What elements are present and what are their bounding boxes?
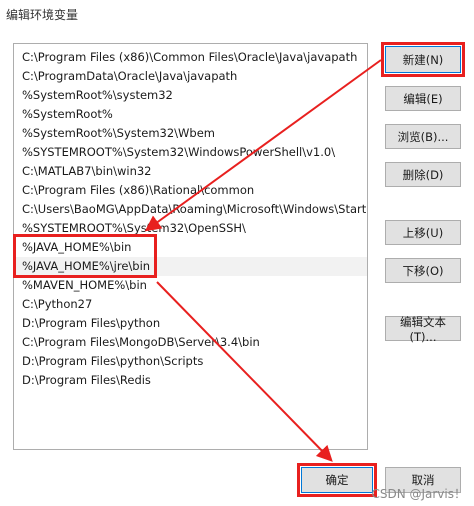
list-item[interactable]: C:\Program Files\MongoDB\Server\3.4\bin [14,333,367,352]
list-item[interactable]: C:\ProgramData\Oracle\Java\javapath [14,67,367,86]
edit-text-button[interactable]: 编辑文本(T)... [385,315,461,344]
list-item[interactable]: %MAVEN_HOME%\bin [14,276,367,295]
watermark: CSDN @Jarvis！ [371,487,466,501]
path-listbox[interactable]: C:\Program Files (x86)\Common Files\Orac… [13,43,368,450]
list-item-selected[interactable]: %JAVA_HOME%\jre\bin [14,257,367,276]
list-item[interactable]: D:\Program Files\python [14,314,367,333]
list-item[interactable]: %JAVA_HOME%\bin [14,238,367,257]
new-button[interactable]: 新建(N) [385,46,461,73]
browse-button[interactable]: 浏览(B)... [385,124,461,149]
list-item[interactable]: C:\Program Files (x86)\Rational\common [14,181,367,200]
list-item[interactable]: D:\Program Files\python\Scripts [14,352,367,371]
list-item[interactable]: %SystemRoot%\System32\Wbem [14,124,367,143]
window-title: 编辑环境变量 [6,8,79,22]
delete-button[interactable]: 删除(D) [385,162,461,187]
list-item[interactable]: C:\MATLAB7\bin\win32 [14,162,367,181]
ok-button[interactable]: 确定 [301,467,373,493]
list-item[interactable]: %SYSTEMROOT%\System32\OpenSSH\ [14,219,367,238]
edit-button[interactable]: 编辑(E) [385,86,461,111]
list-item[interactable]: D:\Program Files\Redis [14,371,367,390]
list-item[interactable]: %SYSTEMROOT%\System32\WindowsPowerShell\… [14,143,367,162]
list-item[interactable]: C:\Program Files (x86)\Common Files\Orac… [14,48,367,67]
move-down-button[interactable]: 下移(O) [385,258,461,283]
list-item[interactable]: C:\Python27 [14,295,367,314]
list-item[interactable]: %SystemRoot% [14,105,367,124]
move-up-button[interactable]: 上移(U) [385,220,461,245]
list-item[interactable]: C:\Users\BaoMG\AppData\Roaming\Microsoft… [14,200,367,219]
list-item[interactable]: %SystemRoot%\system32 [14,86,367,105]
